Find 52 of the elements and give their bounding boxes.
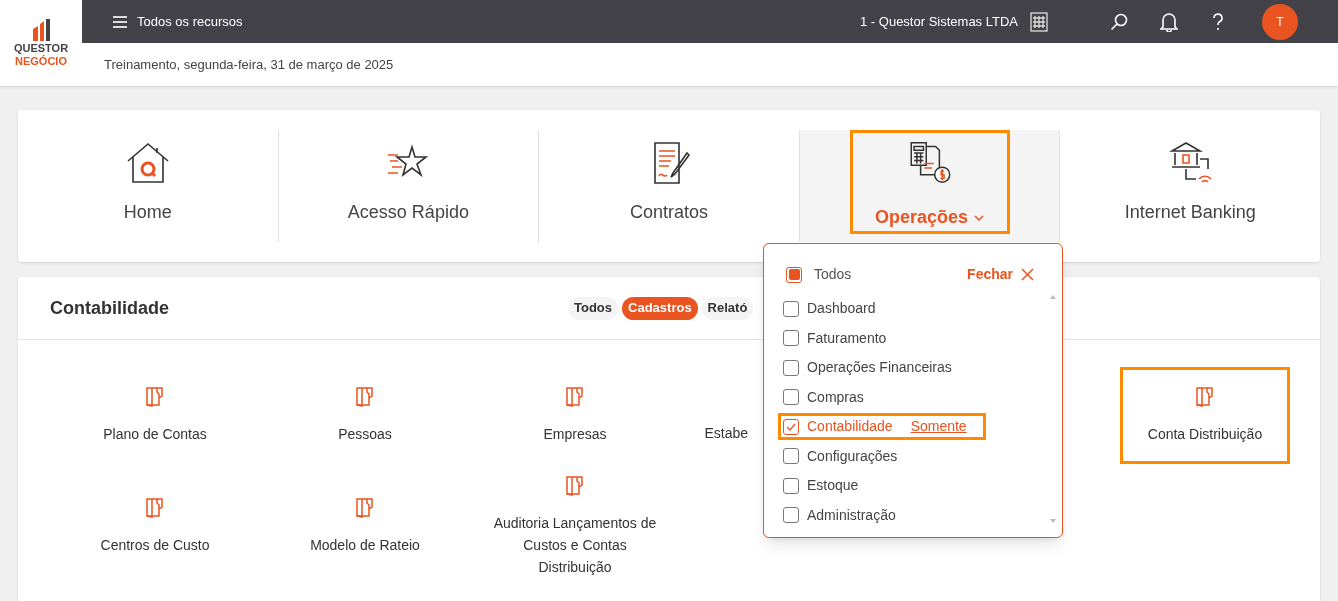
company-selector[interactable]: 1 - Questor Sistemas LTDA [860,11,1048,32]
item-label[interactable]: Estabe [704,423,748,444]
filter-tab[interactable]: Todos [568,296,619,320]
folder-icon [356,498,374,518]
filter-tab[interactable]: Cadastros [622,296,698,320]
help-icon [1212,12,1224,31]
module-checkbox[interactable]: Estoque [783,475,859,496]
nav-tab[interactable]: Internet Banking [1091,130,1289,242]
search-icon [1110,12,1128,31]
module-checkbox[interactable]: Compras [783,386,864,408]
folder-icon [1196,386,1214,407]
select-all-checkbox[interactable]: Todos [786,264,852,285]
module-checkbox[interactable]: Dashboard [783,298,876,319]
folder-icon [566,476,584,496]
filter-tab[interactable]: Relató [701,296,754,320]
module-checkbox[interactable]: Faturamento [783,327,887,349]
register-item[interactable]: Modelo de Rateio [280,473,450,581]
check-icon [786,422,796,431]
logo-bars-icon [31,19,51,41]
register-item[interactable]: Plano de Contas [70,367,240,464]
notifications-button[interactable] [1160,11,1178,32]
register-item[interactable]: Centros de Custo [70,473,240,581]
module-checkbox[interactable]: Administração [783,504,896,526]
search-button[interactable] [1110,12,1128,31]
nav-tab[interactable]: Acesso Rápido [314,130,502,242]
nav-tab[interactable]: Contratos [596,130,741,242]
logo-text: QUESTOR [13,43,69,54]
building-icon [1030,11,1048,32]
menu-icon [113,15,127,28]
help-button[interactable] [1212,12,1224,31]
caret-icon [974,214,985,221]
register-item[interactable]: Auditoria Lançamentos de Custos e Contas Distribuição [490,473,660,581]
register-item[interactable]: Pessoas [280,367,450,464]
section-title: Contabilidade [50,296,170,320]
bell-icon [1160,11,1178,32]
folder-icon [146,498,164,518]
module-checkbox[interactable]: Configurações [783,445,898,467]
only-link[interactable]: Somente [910,416,967,437]
nav-tab[interactable]: Home [90,130,205,242]
avatar-button[interactable]: T [1262,3,1298,40]
register-item[interactable]: Empresas [490,367,660,464]
session-info: Treinamento, segunda-feira, 31 de março de 2025 [104,55,394,74]
logo-text: NEGÓCIO [15,56,67,67]
folder-icon [356,386,374,407]
close-icon [1021,268,1034,281]
register-item[interactable]: Conta Distribuição [1120,367,1290,464]
module-checkbox[interactable]: Contabilidade [783,416,893,437]
folder-icon [146,386,164,407]
menu-button[interactable]: Todos os recursos [113,11,243,32]
module-checkbox[interactable]: Operações Financeiras [783,357,952,378]
folder-icon [566,386,584,407]
close-button[interactable]: Fechar [967,264,1034,285]
